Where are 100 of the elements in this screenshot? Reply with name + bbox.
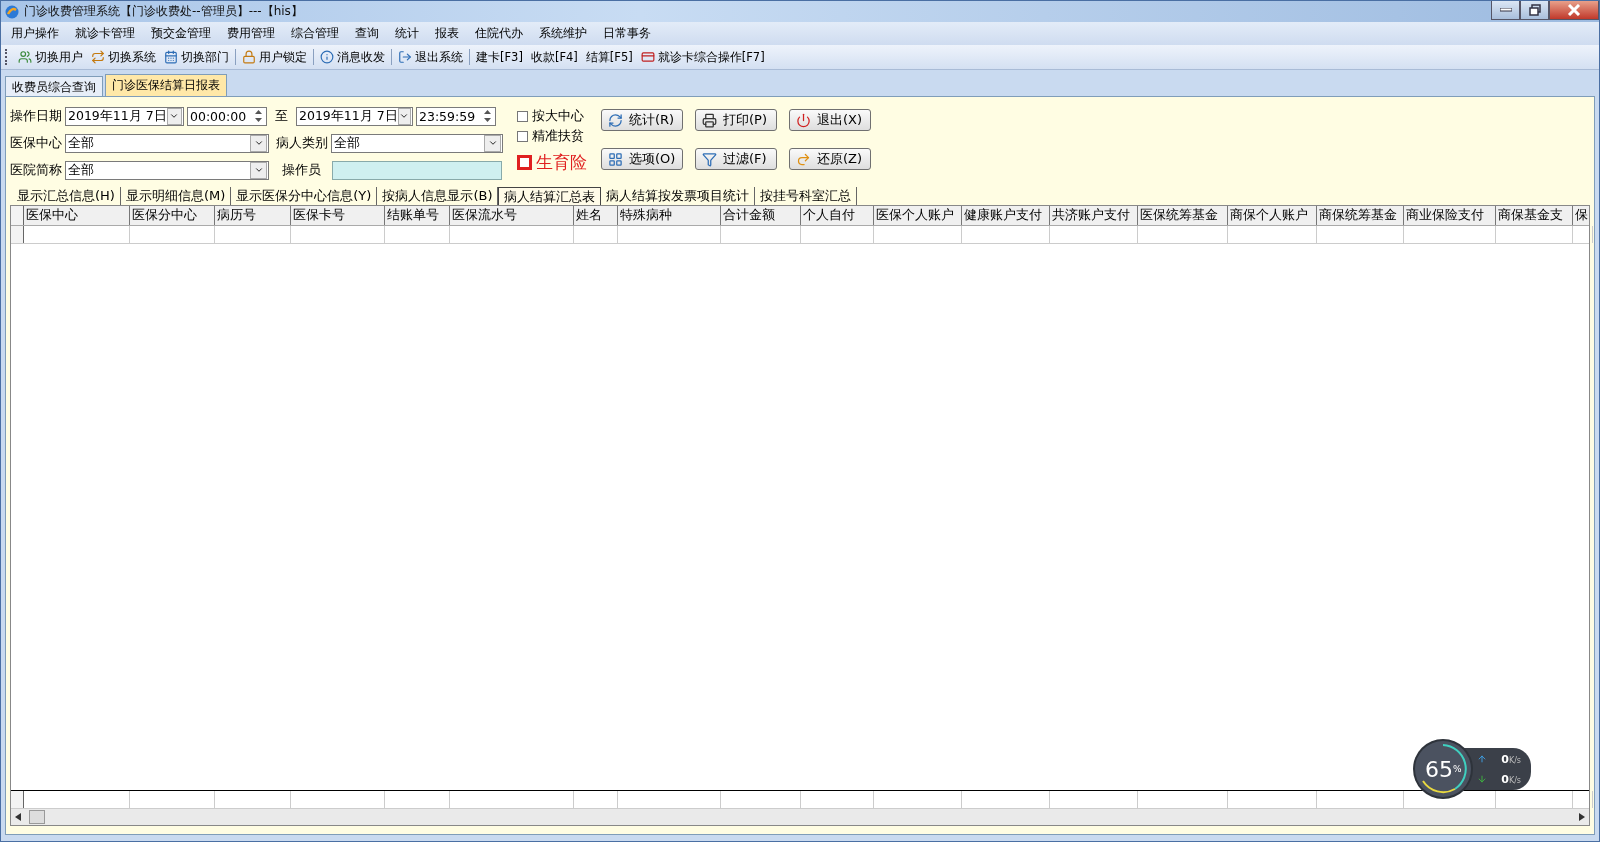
menu-item[interactable]: 住院代办 xyxy=(467,25,531,42)
scroll-thumb[interactable] xyxy=(29,810,45,824)
toolbar-button[interactable]: 切换用户 xyxy=(14,49,87,65)
to-label: 至 xyxy=(275,107,288,125)
restore-button[interactable] xyxy=(1520,1,1549,20)
menu-item[interactable]: 费用管理 xyxy=(219,25,283,42)
menu-item[interactable]: 综合管理 xyxy=(283,25,347,42)
operator-field[interactable] xyxy=(332,160,502,180)
menu-item[interactable]: 报表 xyxy=(427,25,467,42)
column-header: 商保个人账户 xyxy=(1228,206,1317,225)
speed-unit: K/s xyxy=(1508,756,1521,765)
operator-label: 操作员 xyxy=(282,161,321,179)
grid-icon xyxy=(608,151,623,167)
column-header: 医保中心 xyxy=(24,206,130,225)
dropdown-icon xyxy=(399,111,410,121)
hospital-label: 医院简称 xyxy=(10,161,62,179)
column-header: 医保个人账户 xyxy=(874,206,962,225)
patient-type-label: 病人类别 xyxy=(276,134,328,152)
column-header: 商业保险支付 xyxy=(1404,206,1496,225)
action-button[interactable]: 打印(P) xyxy=(695,109,777,131)
toolbar-button[interactable]: 建卡[F3] xyxy=(472,49,527,65)
spinner-icon[interactable] xyxy=(483,109,492,123)
dropdown-icon xyxy=(253,165,264,175)
filter-icon xyxy=(702,151,717,167)
swap-icon xyxy=(91,50,105,64)
action-button[interactable]: 退出(X) xyxy=(789,109,871,131)
info-icon xyxy=(320,50,334,64)
power-icon xyxy=(796,112,811,128)
users-icon xyxy=(18,50,32,64)
toolbar-button[interactable]: 切换系统 xyxy=(87,49,160,65)
time-field[interactable]: 00:00:00 xyxy=(187,106,267,126)
checkbox[interactable] xyxy=(517,155,532,170)
column-header: 病历号 xyxy=(215,206,291,225)
dropdown-icon xyxy=(487,138,498,148)
hospital-dropdown[interactable]: 全部 xyxy=(65,160,269,180)
tab[interactable]: 收费员综合查询 xyxy=(5,76,103,96)
column-header: 共济账户支付 xyxy=(1050,206,1138,225)
checkbox-label: 生育险 xyxy=(536,151,587,174)
column-header: 医保分中心 xyxy=(130,206,215,225)
toolbar-button[interactable]: 结算[F5] xyxy=(581,49,637,65)
upload-icon xyxy=(1477,754,1488,764)
column-header: 合计金额 xyxy=(721,206,801,225)
toolbar-button[interactable]: 退出系统 xyxy=(394,49,467,65)
action-button[interactable]: 统计(R) xyxy=(601,109,683,131)
date-label: 操作日期 xyxy=(10,107,62,125)
column-header: 姓名 xyxy=(574,206,618,225)
upload-speed: 0 xyxy=(1501,753,1509,766)
patient-type-dropdown[interactable]: 全部 xyxy=(331,133,503,153)
close-icon xyxy=(1567,4,1581,16)
dropdown-icon xyxy=(169,111,180,121)
menu-item[interactable]: 用户操作 xyxy=(3,25,67,42)
toolbar-button[interactable]: 用户锁定 xyxy=(238,49,311,65)
printer-icon xyxy=(702,112,717,128)
checkbox[interactable] xyxy=(517,110,528,122)
toolbar-button[interactable]: 消息收发 xyxy=(316,49,389,65)
menu-item[interactable]: 预交金管理 xyxy=(143,25,219,42)
date-picker[interactable]: 2019年11月 7日 xyxy=(65,106,184,126)
exit-icon xyxy=(398,50,412,64)
column-header: 特殊病种 xyxy=(618,206,721,225)
menu-item[interactable]: 就诊卡管理 xyxy=(67,25,143,42)
column-header: 商保统筹基金 xyxy=(1317,206,1404,225)
toolbar-button[interactable]: 就诊卡综合操作[F7] xyxy=(636,49,769,65)
menu-item[interactable]: 系统维护 xyxy=(531,25,595,42)
cpu-gauge: 65% xyxy=(1415,741,1472,797)
horizontal-scrollbar[interactable] xyxy=(11,809,1589,825)
refresh-icon xyxy=(608,112,623,128)
column-header: 医保统筹基金 xyxy=(1138,206,1228,225)
action-button[interactable]: 还原(Z) xyxy=(789,148,871,170)
column-header: 保 xyxy=(1573,206,1589,225)
toolbar-button[interactable]: 切换部门 xyxy=(160,49,233,65)
speed-unit: K/s xyxy=(1508,776,1521,785)
checkbox-label: 按大中心 xyxy=(532,107,584,125)
close-button[interactable] xyxy=(1549,1,1599,20)
view-tab[interactable]: 病人结算汇总表 xyxy=(498,187,602,205)
time-field[interactable]: 23:59:59 xyxy=(416,106,496,126)
date-picker[interactable]: 2019年11月 7日 xyxy=(296,106,413,126)
column-header: 商保基金支 xyxy=(1496,206,1573,225)
restore-icon xyxy=(1528,4,1541,16)
calendar-icon xyxy=(164,50,178,64)
minimize-button[interactable] xyxy=(1491,1,1520,20)
minimize-icon xyxy=(1499,8,1512,12)
menu-item[interactable]: 统计 xyxy=(387,25,427,42)
scroll-right-icon[interactable] xyxy=(1579,813,1585,821)
tab[interactable]: 门诊医保结算日报表 xyxy=(105,74,227,96)
menu-item[interactable]: 日常事务 xyxy=(595,25,659,42)
column-header: 健康账户支付 xyxy=(962,206,1050,225)
action-button[interactable]: 选项(O) xyxy=(601,148,683,170)
checkbox[interactable] xyxy=(517,130,528,142)
center-dropdown[interactable]: 全部 xyxy=(65,133,269,153)
menu-item[interactable]: 查询 xyxy=(347,25,387,42)
checkbox-label: 精准扶贫 xyxy=(532,127,584,145)
download-icon xyxy=(1477,774,1488,784)
card-icon xyxy=(640,50,655,64)
toolbar-button[interactable]: 收款[F4] xyxy=(526,49,582,65)
spinner-icon[interactable] xyxy=(254,109,263,123)
download-speed: 0 xyxy=(1501,773,1509,786)
scroll-left-icon[interactable] xyxy=(15,813,21,821)
center-label: 医保中心 xyxy=(10,134,62,152)
action-button[interactable]: 过滤(F) xyxy=(695,148,777,170)
column-header: 个人自付 xyxy=(801,206,874,225)
